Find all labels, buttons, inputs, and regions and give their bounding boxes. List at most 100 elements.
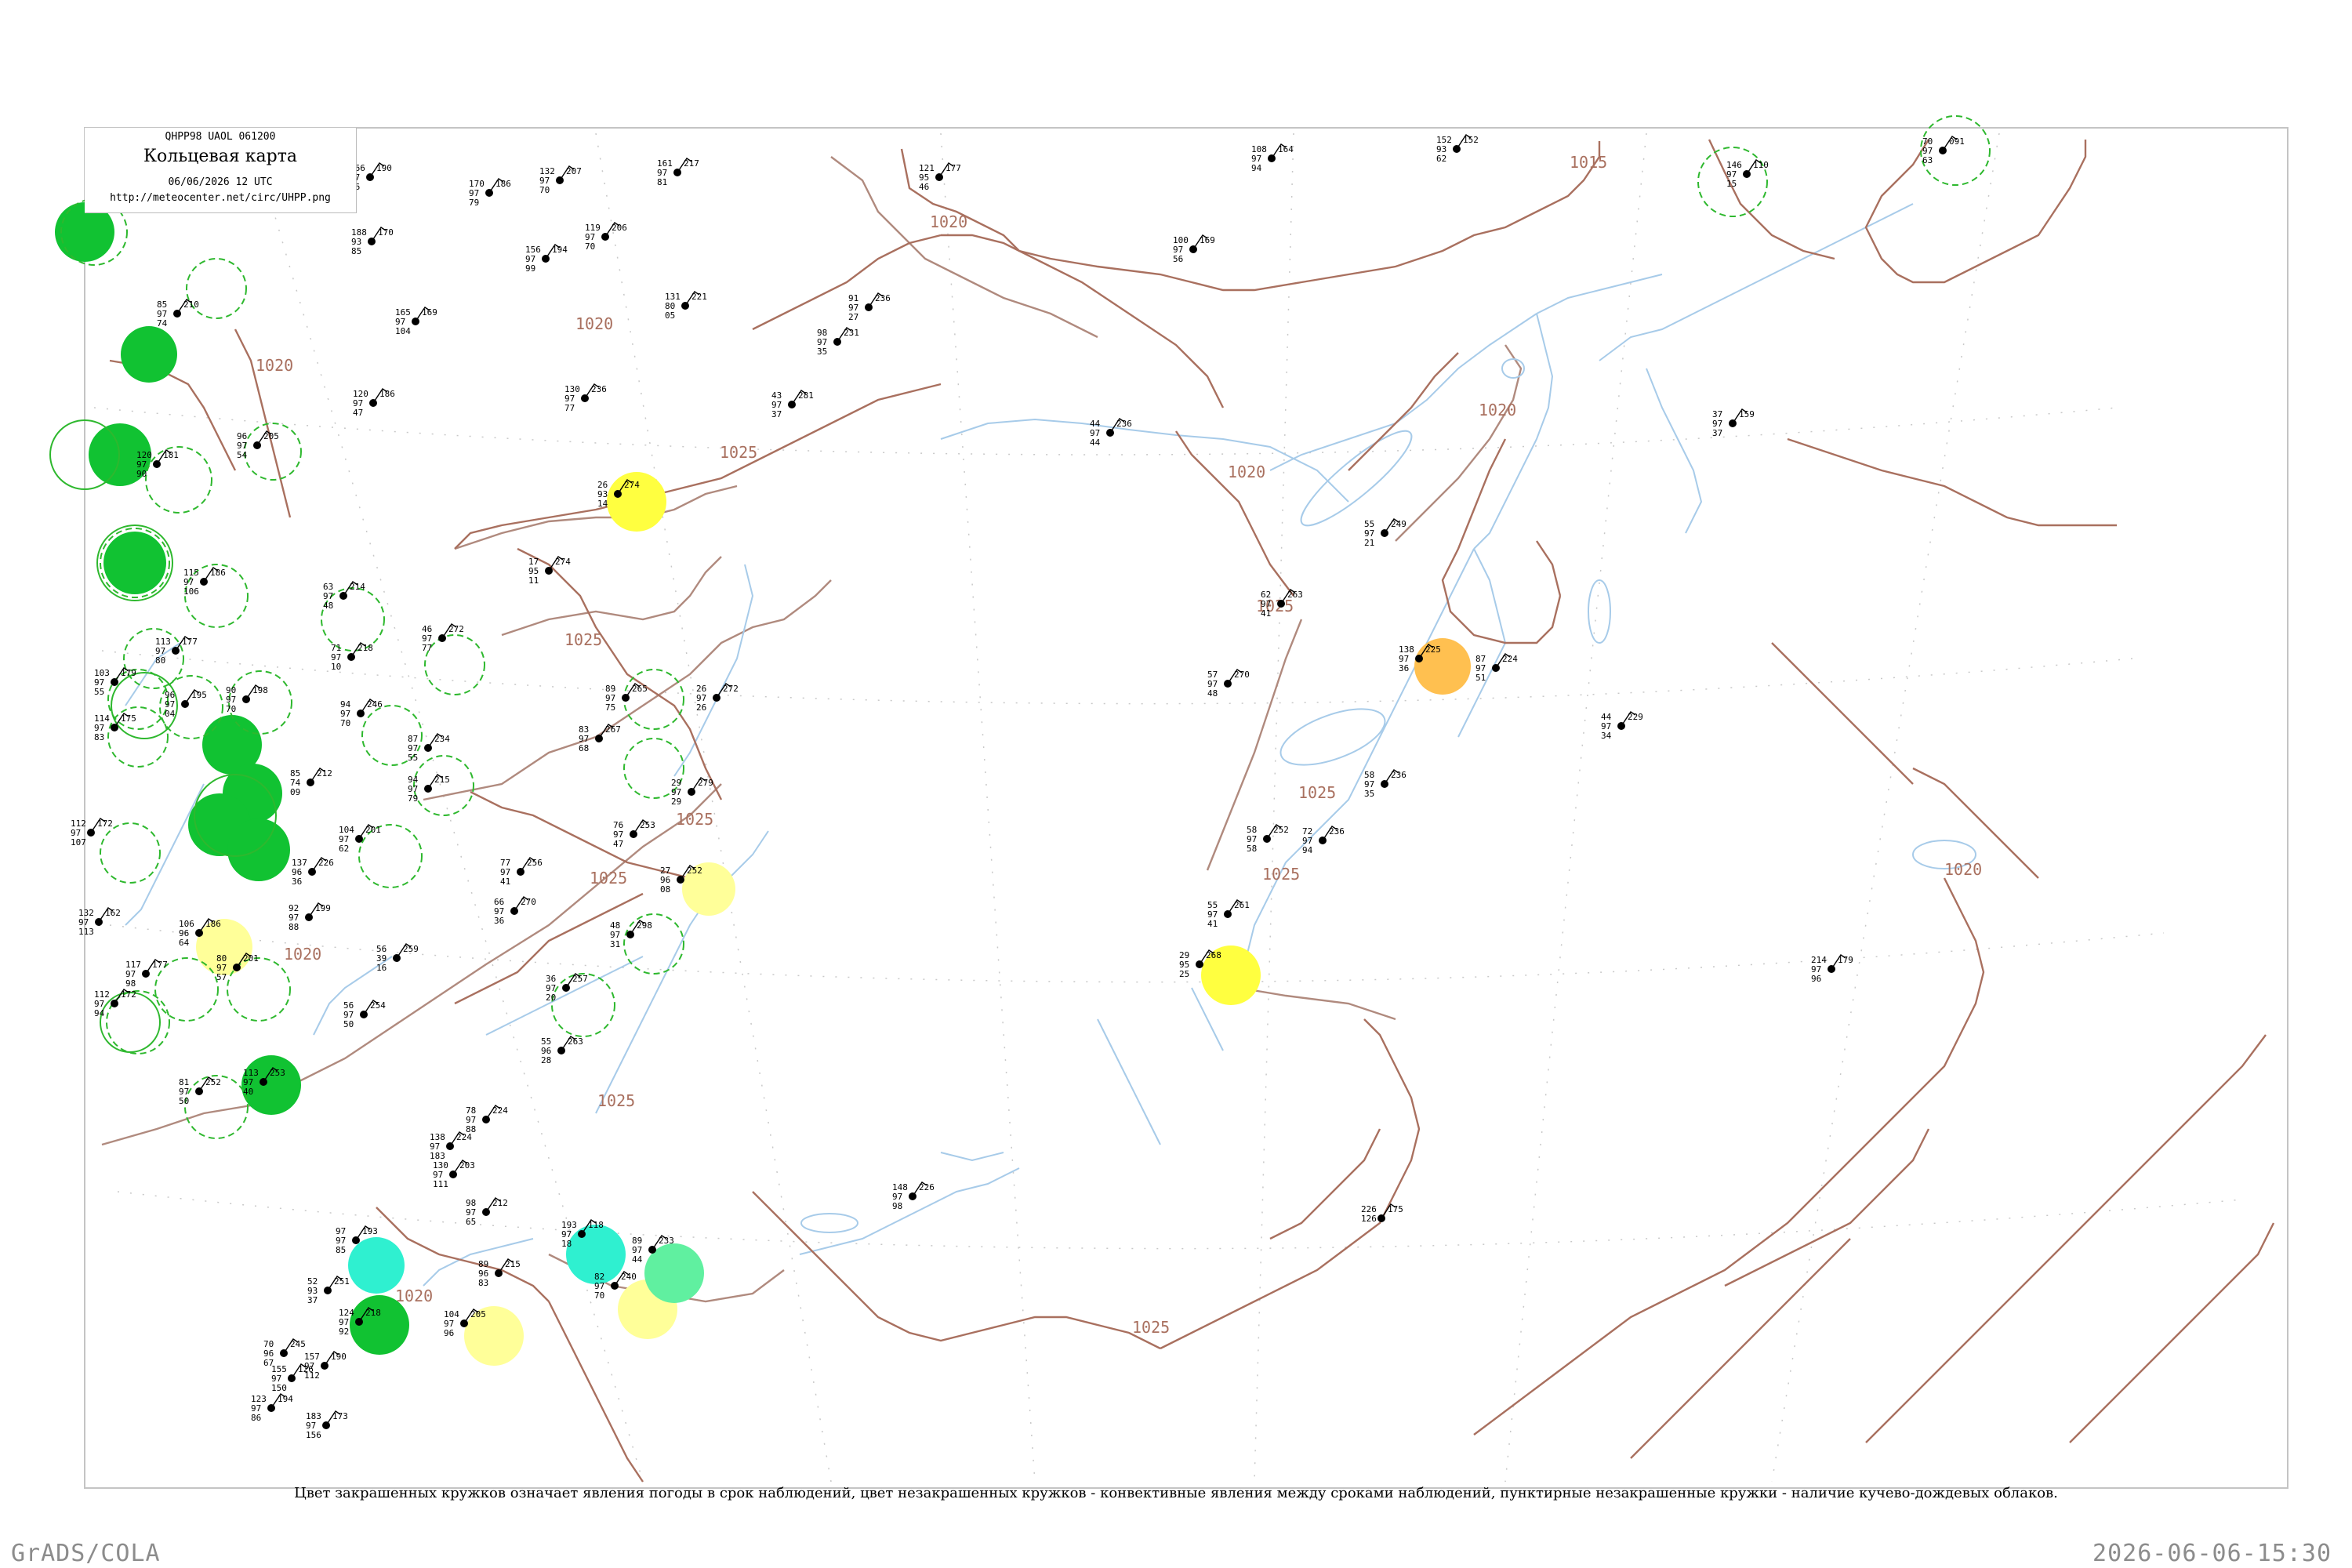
station-value: 29: [671, 797, 681, 807]
station-value: 70: [340, 718, 350, 728]
station-value: 81: [657, 177, 667, 187]
rain-circle: [121, 326, 177, 383]
station-plot: 63 2149748: [323, 581, 365, 611]
station-value: 106: [183, 586, 199, 597]
map-datetime: 06/06/2026 12 UTC: [168, 176, 273, 188]
station-plot: 43 2819737: [771, 390, 814, 419]
lakes: [800, 358, 1976, 1233]
station-plot: 81 2529750: [179, 1076, 221, 1106]
station-value: 41: [500, 877, 510, 887]
isobar-label: 1020: [575, 314, 613, 333]
station-plot: 115 18697106: [183, 567, 226, 597]
map-title: Кольцевая карта: [143, 147, 297, 166]
station-value: 62: [1436, 154, 1446, 164]
station-plot: 57 2709748: [1207, 669, 1250, 699]
station-value: 36: [1399, 663, 1409, 673]
station-plot: 92 1999788: [289, 902, 331, 932]
station-value: 09: [290, 787, 300, 797]
station-plot: 58 2369735: [1364, 769, 1406, 799]
station-plot: 148 2269798: [892, 1181, 935, 1211]
station-plot: 94 2469770: [340, 699, 383, 728]
station-plot: 76 2539747: [613, 819, 655, 849]
station-value: 150: [271, 1383, 287, 1393]
isobar-label: 1025: [597, 1091, 635, 1110]
station-plot: 120 1869747: [353, 388, 395, 418]
isobars: [109, 139, 2275, 1483]
station-value: 80: [155, 655, 165, 666]
station-value: 37: [1712, 428, 1722, 438]
station-value: 10: [331, 662, 341, 672]
station-plot: 121 1779546: [919, 162, 961, 192]
station-plot: 70 0919763: [1922, 136, 1965, 165]
isobar-label: 1020: [1944, 860, 1982, 879]
station-plot: 146 1109715: [1726, 159, 1769, 189]
station-plot: 161 2179781: [657, 158, 699, 187]
station-value: 50: [343, 1019, 354, 1029]
isobar-label: 1025: [1298, 783, 1336, 802]
station-plot: 156 1949799: [525, 244, 568, 274]
station-plot: 100 1699756: [1173, 234, 1215, 264]
station-value: 79: [469, 198, 479, 208]
station-plot: 71 2189710: [331, 642, 373, 672]
station-value: 107: [71, 837, 86, 848]
station-value: 21: [1364, 538, 1374, 548]
station-value: 113: [78, 927, 94, 937]
station-value: 26: [696, 702, 706, 713]
station-plot: 77 2569741: [500, 857, 543, 887]
station-plot: 29 2799729: [671, 777, 713, 807]
station-value: 64: [179, 938, 190, 948]
isobar-label: 1025: [564, 630, 602, 649]
station-value: 35: [817, 347, 827, 357]
isobar-labels: 1015 1020 1020 1020 1020 1020 1020 1020 …: [256, 153, 1982, 1337]
station-plot: 130 20397111: [433, 1160, 475, 1189]
station-plot: 98 2129765: [466, 1197, 508, 1227]
station-plot: 91 2369727: [848, 292, 891, 322]
station-value: 70: [594, 1290, 604, 1301]
station-value: 40: [243, 1087, 253, 1097]
station-value: 88: [289, 922, 299, 932]
station-plot: 83 2679768: [579, 724, 621, 753]
rain-circle: [227, 818, 290, 881]
station-value: 55: [94, 687, 104, 697]
station-value: 48: [1207, 688, 1218, 699]
station-plot: 113 1779780: [155, 636, 198, 666]
station-plot: 56 2593916: [376, 943, 419, 973]
station-value: 54: [237, 450, 248, 460]
station-value: 44: [1090, 437, 1101, 448]
station-value: 104: [395, 326, 411, 336]
station-value: 47: [353, 408, 363, 418]
isobar-label: 1025: [1132, 1318, 1170, 1337]
station-value: 79: [408, 793, 418, 804]
map-frame: [84, 127, 2288, 1489]
station-plot: 117 1779798: [125, 959, 168, 989]
station-plot: 46 2729777: [422, 623, 464, 653]
station-value: 85: [336, 1245, 346, 1255]
isobar-label: 1025: [676, 810, 713, 829]
station-value: 94: [1302, 845, 1313, 855]
station-value: 28: [541, 1055, 551, 1065]
station-value: 18: [561, 1239, 572, 1249]
station-value: 85: [351, 246, 361, 256]
station-plot: 85 2109774: [157, 299, 199, 328]
station-plot: 103 1799755: [94, 667, 136, 697]
coastlines: [101, 156, 1523, 1303]
station-value: 94: [94, 1008, 105, 1018]
station-value: 56: [1173, 254, 1183, 264]
station-value: 92: [339, 1327, 349, 1337]
station-value: 86: [251, 1413, 261, 1423]
station-value: 05: [665, 310, 675, 321]
station-plot: 44 2299734: [1601, 711, 1643, 741]
fog-circle: [348, 1237, 405, 1294]
isobar-label: 1025: [590, 869, 627, 887]
station-value: 04: [165, 709, 176, 719]
station-plot: 36 2579720: [546, 973, 588, 1003]
station-value: 15: [1726, 179, 1737, 189]
station-plot: 87 2349755: [408, 733, 450, 763]
haze-circle: [1414, 638, 1471, 695]
station-value: 83: [94, 732, 104, 742]
station-value: 75: [605, 702, 615, 713]
station-plot: 90 1989770: [226, 684, 268, 714]
isobar-label: 1025: [720, 443, 757, 462]
render-timestamp: 2026-06-06-15:30: [2092, 1540, 2332, 1567]
station-plot: 214 1799796: [1811, 954, 1853, 984]
